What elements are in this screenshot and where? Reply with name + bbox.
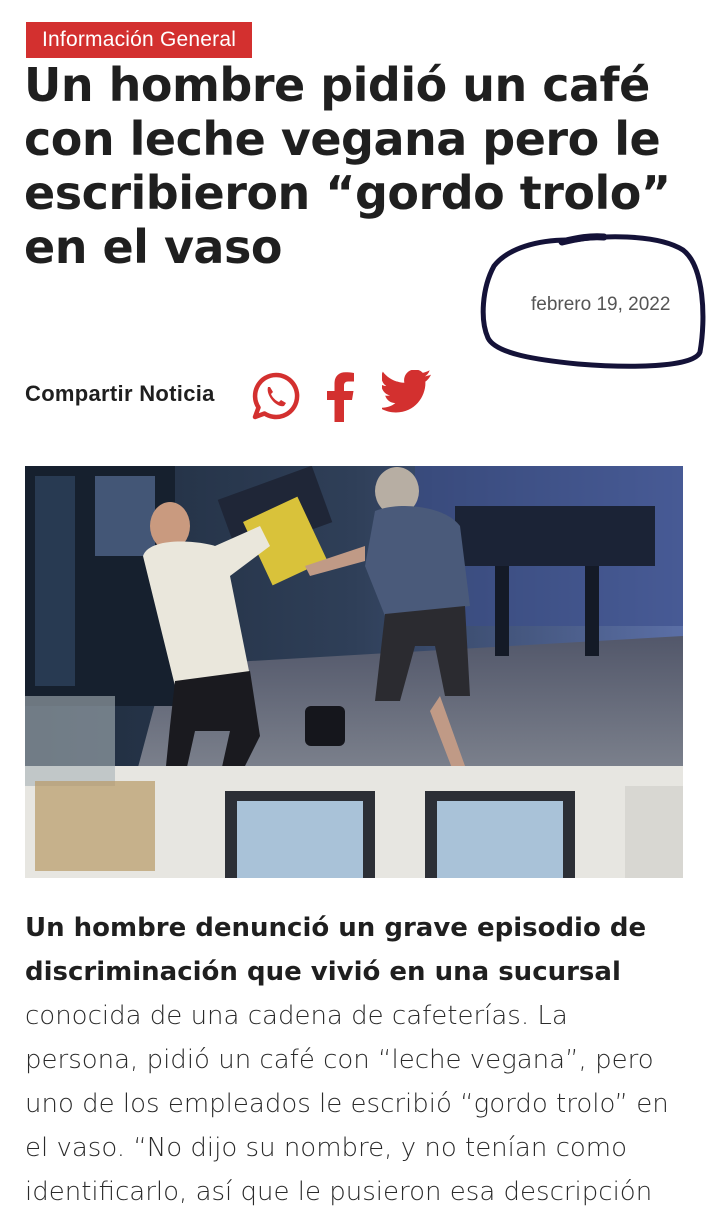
article-lead-paragraph: Un hombre denunció un grave episodio de … [25, 906, 685, 1214]
cafe-scene-illustration [25, 466, 683, 878]
twitter-icon[interactable] [382, 370, 434, 422]
lead-body-text: conocida de una cadena de cafeterías. La… [25, 1001, 669, 1207]
article-photo [25, 466, 683, 878]
share-label: Compartir Noticia [25, 381, 215, 406]
category-badge[interactable]: Información General [26, 22, 253, 58]
facebook-icon[interactable] [315, 370, 367, 422]
whatsapp-icon[interactable] [250, 370, 302, 422]
lead-bold-text: Un hombre denunció un grave episodio de … [25, 913, 647, 987]
share-bar: Compartir Noticia [25, 366, 465, 424]
publish-date: febrero 19, 2022 [531, 294, 671, 315]
